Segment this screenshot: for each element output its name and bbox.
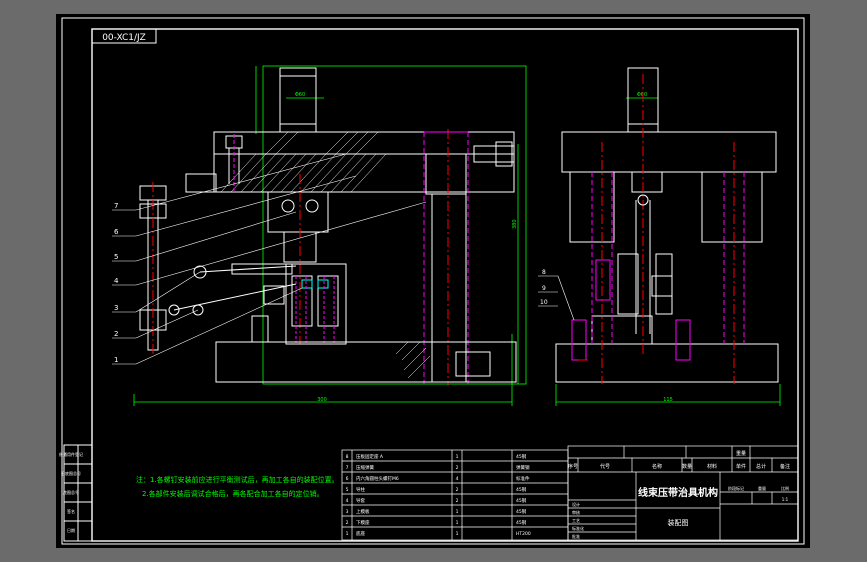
tb-header: 数量 [682, 463, 692, 470]
bom-cell: 45钢 [516, 497, 527, 504]
dim-side-cylinder: Φ60 [637, 92, 647, 98]
bom-cell: 4 [456, 476, 459, 482]
drawing-title: 线束压带治具机构 [638, 486, 718, 499]
front-dimension-lines [133, 65, 527, 406]
tb-scale-label: 重量 [758, 485, 766, 491]
tb-signoff: 工艺 [572, 518, 580, 523]
strip-label: 签名 [67, 508, 75, 514]
tb-scale-label: 比例 [781, 485, 789, 491]
bom-cell: 6 [346, 476, 349, 482]
dim-front-height: 380 [512, 219, 518, 229]
tb-header: 单件 [736, 463, 746, 470]
drawing-code: 00-XC1/JZ [102, 33, 146, 43]
note-line-2: 2.各部件安装后调试合格后，再各配合加工各自的定位销。 [142, 489, 324, 498]
tb-signoff: 批准 [572, 533, 580, 539]
drawing-sheet: 00-XC1/JZ 借通用件登记 旧底图总号 底图总号 签名 日期 300 38… [56, 14, 810, 548]
bom-cell: 弹簧钢 [516, 464, 530, 471]
tb-header: 总计 [756, 463, 766, 470]
strip-label: 底图总号 [63, 489, 79, 495]
bom-cell: 标准件 [516, 475, 530, 482]
balloon-3: 3 [114, 304, 118, 312]
tb-header: 序号 [568, 463, 578, 470]
bom-cell: 上模板 [356, 508, 370, 515]
bom-cell: 2 [456, 487, 459, 493]
bom-cell: 4 [346, 498, 349, 504]
drawing-code-box: 00-XC1/JZ [91, 28, 157, 44]
bom-cell: 5 [346, 487, 349, 493]
balloon-2: 2 [114, 330, 118, 338]
drawing-subtitle: 装配图 [668, 518, 689, 527]
bom-cell: 1 [456, 454, 459, 460]
bom-cell: 3 [346, 509, 349, 515]
bom-cell: 45钢 [516, 453, 527, 460]
bom-cell: 8 [346, 454, 349, 460]
bom-cell: 1 [456, 531, 459, 537]
tb-signoff: 标准化 [572, 525, 584, 531]
tb-scale-label: 阶段标记 [728, 485, 744, 491]
bom-cell: 45钢 [516, 508, 527, 515]
bom-cell: 2 [456, 498, 459, 504]
bom-cell: 45钢 [516, 486, 527, 493]
title-block-headers: 序号 代号 名称 数量 材料 单件 总计 重量 备注 [568, 450, 790, 470]
dim-cylinder: Φ60 [295, 92, 305, 98]
tb-signoff: 设计 [572, 501, 580, 507]
hatch-upper [220, 131, 387, 193]
tb-header: 材料 [707, 463, 717, 470]
balloon-8: 8 [542, 269, 546, 276]
bom-cell: 压缩弹簧 [356, 464, 374, 471]
tb-header: 重量 [736, 450, 746, 457]
bom-rows: 8 压板固定座 A 1 45钢 7 压缩弹簧 2 弹簧钢 6 内六角圆柱头螺钉M6 4 标准件 5 导柱 2… [346, 453, 531, 537]
bom-cell: 1 [456, 520, 459, 526]
balloon-10: 10 [540, 299, 548, 306]
outer-frame [61, 17, 805, 545]
balloon-7: 7 [114, 202, 118, 210]
strip-label: 借通用件登记 [59, 451, 83, 457]
balloon-1: 1 [114, 356, 118, 364]
tb-signoff: 审核 [572, 509, 580, 515]
cad-drawing: 00-XC1/JZ 借通用件登记 旧底图总号 底图总号 签名 日期 300 38… [59, 17, 805, 545]
dim-front-width: 300 [317, 397, 327, 403]
balloon-9: 9 [542, 285, 546, 292]
note-line-1: 注：1.各螺钉安装前应进行平衡测试后，再加工各自的装配位置。 [136, 475, 339, 484]
balloon-4: 4 [114, 277, 119, 285]
tb-scale-value: 1:1 [782, 497, 789, 502]
bom-cell: 下模座 [356, 519, 370, 526]
tb-header: 名称 [652, 463, 662, 470]
bom-cell: 导柱 [356, 486, 365, 493]
bom-cell: 7 [346, 465, 349, 471]
bom-cell: 1 [346, 531, 349, 537]
bom-cell: 底座 [356, 530, 365, 537]
bom-cell: 2 [456, 465, 459, 471]
tb-header: 备注 [780, 463, 790, 470]
bom-cell: 导套 [356, 497, 365, 504]
bom-cell: 1 [456, 509, 459, 515]
balloon-6: 6 [114, 228, 119, 236]
bom-cell: HT200 [516, 531, 531, 537]
strip-label: 旧底图总号 [61, 470, 81, 476]
dim-side-width: 115 [663, 397, 673, 403]
front-view: 300 380 Φ60 7 6 5 4 3 2 1 [112, 65, 527, 406]
bom-cell: 45钢 [516, 519, 527, 526]
balloon-5: 5 [114, 253, 118, 261]
bom-cell: 内六角圆柱头螺钉M6 [356, 475, 399, 482]
bom-cell: 压板固定座 A [356, 453, 384, 460]
strip-label: 日期 [67, 527, 75, 533]
bill-of-materials [341, 449, 569, 541]
tb-header: 代号 [600, 463, 610, 470]
side-view: 115 Φ60 8 9 10 [538, 67, 781, 406]
bom-cell: 2 [346, 520, 349, 526]
technical-notes: 注：1.各螺钉安装前应进行平衡测试后，再加工各自的装配位置。 2.各部件安装后调… [136, 475, 339, 498]
